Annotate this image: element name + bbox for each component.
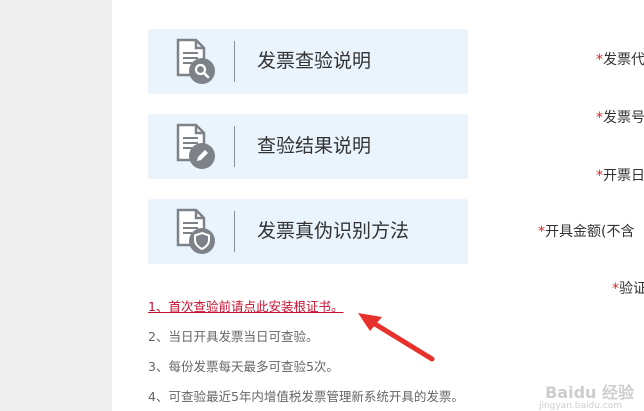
note-max-checks: 3、每份发票每天最多可查验5次。 [148, 359, 339, 374]
baidu-watermark: Baidu 经验 [545, 383, 634, 402]
invoice-date-label: *开票日 [596, 168, 644, 184]
card-label: 查验结果说明 [257, 135, 372, 157]
document-edit-icon [172, 122, 218, 172]
card-divider [234, 41, 235, 82]
check-result-guide-card[interactable]: 查验结果说明 [148, 114, 468, 179]
card-label: 发票真伪识别方法 [257, 220, 410, 242]
left-sidebar-strip [0, 0, 112, 411]
verification-code-label: *验证 [612, 281, 644, 297]
note-five-years: 4、可查验最近5年内增值税发票管理新系统开具的发票。 [148, 389, 464, 404]
baidu-watermark-url: jingyan.baidu.com [538, 401, 622, 411]
install-root-cert-link[interactable]: 1、首次查验前请点此安装根证书。 [148, 296, 343, 315]
card-divider [234, 126, 235, 167]
red-arrow-annotation [358, 313, 435, 362]
document-search-icon [172, 37, 218, 87]
note-same-day: 2、当日开具发票当日可查验。 [148, 329, 319, 344]
authenticity-method-card[interactable]: 发票真伪识别方法 [148, 199, 468, 264]
card-label: 发票查验说明 [257, 50, 372, 72]
card-divider [234, 211, 235, 252]
invoice-code-label: *发票代 [596, 52, 644, 68]
invoice-check-guide-card[interactable]: 发票查验说明 [148, 29, 468, 94]
amount-label: *开具金额(不含 [538, 224, 635, 240]
document-shield-icon [172, 207, 218, 257]
invoice-number-label: *发票号 [596, 110, 644, 126]
